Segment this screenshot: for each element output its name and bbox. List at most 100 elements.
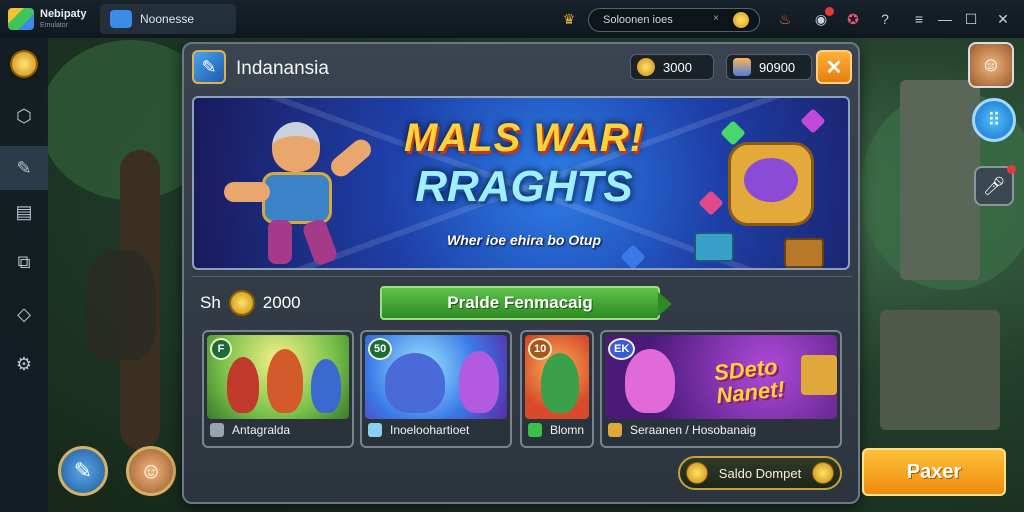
offer-card[interactable]: 10 Blomn [520, 330, 594, 448]
coin-icon [10, 50, 38, 78]
crown-icon[interactable]: ♛ [560, 10, 578, 28]
gem-decoration [620, 244, 646, 268]
hero-figure [267, 349, 303, 413]
help-icon[interactable]: ? [876, 10, 894, 28]
card-footer: Inoeloohartioet [368, 420, 504, 440]
wallet-balance-button[interactable]: Saldo Dompet [678, 456, 842, 490]
sidebar-item-coin[interactable] [0, 42, 48, 86]
minimize-icon[interactable]: — [936, 10, 954, 28]
hero-head [272, 122, 320, 172]
card-badge: EK [608, 338, 636, 360]
apk-icon: ⧉ [17, 251, 31, 272]
robot-face [744, 158, 798, 202]
event-banner[interactable]: MALS WAR! RRAGHTS Wher ioe ehira bo Otup [192, 96, 850, 270]
fire-icon[interactable]: ♨ [776, 10, 794, 28]
event-panel: ✎ Indanansia 3000 90900 ✕ MALS WAR! RRAG… [182, 42, 860, 504]
diamond-icon [368, 423, 382, 437]
edit-button[interactable]: ✎ [58, 446, 108, 496]
sidebar-item-settings[interactable]: ⚙ [0, 342, 48, 386]
hammer-icon [210, 423, 224, 437]
profile-button[interactable]: ☺ [126, 446, 176, 496]
folder-icon [110, 10, 132, 28]
edit-icon: ✎ [16, 157, 32, 178]
coin-icon [228, 290, 255, 316]
clear-search-icon[interactable]: × [713, 13, 719, 24]
gem-icon [733, 58, 751, 76]
gem-balance-value: 90900 [759, 59, 796, 75]
promo-text: SDeto Nanet! [712, 353, 786, 409]
card-footer-label: Inoeloohartioet [390, 423, 470, 437]
window-close-icon[interactable]: ✕ [994, 10, 1012, 28]
sidebar-item-apk[interactable]: ⧉ [0, 240, 48, 284]
promo-card[interactable]: SDeto Nanet! EK Seraanen / Hosobanaig [600, 330, 842, 448]
monkey-silhouette [86, 250, 156, 360]
goblin-figure [541, 353, 579, 413]
card-footer: Blomn [528, 420, 586, 440]
apps-grid-button[interactable]: ⠿ [972, 98, 1016, 142]
voice-button[interactable]: 🎤︎ [974, 165, 1016, 206]
reward-value: 2000 [262, 293, 301, 312]
tab-game[interactable]: Noonesse [100, 4, 236, 34]
mage-figure [625, 349, 675, 413]
coin-balance-value: 3000 [663, 59, 692, 75]
quill-icon: ✎ [192, 50, 226, 84]
card-footer: Antagralda [210, 420, 346, 440]
left-sidebar: ⬡ ✎ ▤ ⧉ ◇ ⚙ [0, 38, 48, 512]
temple-ruin [900, 80, 980, 280]
pen-icon: ✎ [73, 458, 93, 483]
stone-block [880, 310, 1000, 430]
controller-icon[interactable]: ✪ [844, 10, 862, 28]
card-footer-label: Seraanen / Hosobanaig [630, 423, 757, 437]
hero-character [224, 112, 376, 268]
reward-row: Sh 2000 [200, 290, 301, 316]
banner-title-secondary: RRAGHTS [415, 162, 633, 211]
panel-close-button[interactable]: ✕ [816, 50, 852, 84]
avatar-icon: ☺ [980, 53, 1002, 76]
search-input[interactable]: Soloonen ioes [603, 14, 673, 26]
sidebar-item-shield[interactable]: ⬡ [0, 94, 48, 138]
sidebar-item-eraser[interactable]: ◇ [0, 292, 48, 336]
app-logo [8, 8, 34, 30]
notification-badge [825, 7, 834, 16]
grid-icon: ⠿ [987, 109, 1001, 130]
player-avatar-button[interactable]: ☺ [968, 42, 1014, 88]
treasure-crate [784, 238, 824, 268]
mic-icon: 🎤︎ [982, 175, 1006, 196]
play-button[interactable]: Paxer [862, 448, 1006, 496]
coin-icon [733, 12, 749, 28]
notification-badge [1007, 165, 1016, 174]
divider [192, 276, 852, 277]
brand-name: Nebipaty [40, 8, 87, 20]
search-bar[interactable]: Soloonen ioes × [588, 8, 760, 32]
treasure-crate [694, 232, 734, 262]
hero-leg [301, 217, 339, 267]
menu-icon[interactable]: ≡ [910, 10, 928, 28]
sidebar-item-document[interactable]: ▤ [0, 190, 48, 234]
hero-arm [326, 135, 376, 181]
coin-icon [637, 58, 655, 76]
banner-subtitle: Wher ioe ehira bo Otup [446, 232, 601, 248]
emulator-window: Nebipaty Emulator Noonesse ♛ Soloonen io… [0, 0, 1024, 512]
sidebar-item-edit[interactable]: ✎ [0, 146, 48, 190]
bell-icon[interactable]: ◉ [812, 7, 834, 28]
banner-title: MALS WAR! [403, 116, 645, 160]
coin-balance: 3000 [630, 54, 714, 80]
offer-card[interactable]: 50 Inoeloohartioet [360, 330, 512, 448]
reward-label: Sh [200, 293, 221, 312]
card-art: SDeto Nanet! [605, 335, 837, 419]
horn-icon [608, 423, 622, 437]
event-ribbon[interactable]: Pralde Fenmacaig [380, 286, 672, 320]
wizard-figure [459, 351, 499, 413]
brand: Nebipaty Emulator [40, 8, 87, 30]
coin-icon [812, 462, 834, 484]
card-footer: Seraanen / Hosobanaig [608, 420, 834, 440]
shield-icon: ⬡ [16, 105, 32, 126]
avatar-icon: ☺ [139, 458, 163, 483]
document-icon: ▤ [15, 201, 33, 222]
offer-card[interactable]: F Antagralda [202, 330, 354, 448]
maximize-icon[interactable]: ☐ [962, 10, 980, 28]
card-footer-label: Blomn [550, 423, 585, 437]
card-badge: F [210, 338, 232, 360]
hero-leg [268, 220, 292, 264]
card-badge: 10 [528, 338, 553, 360]
